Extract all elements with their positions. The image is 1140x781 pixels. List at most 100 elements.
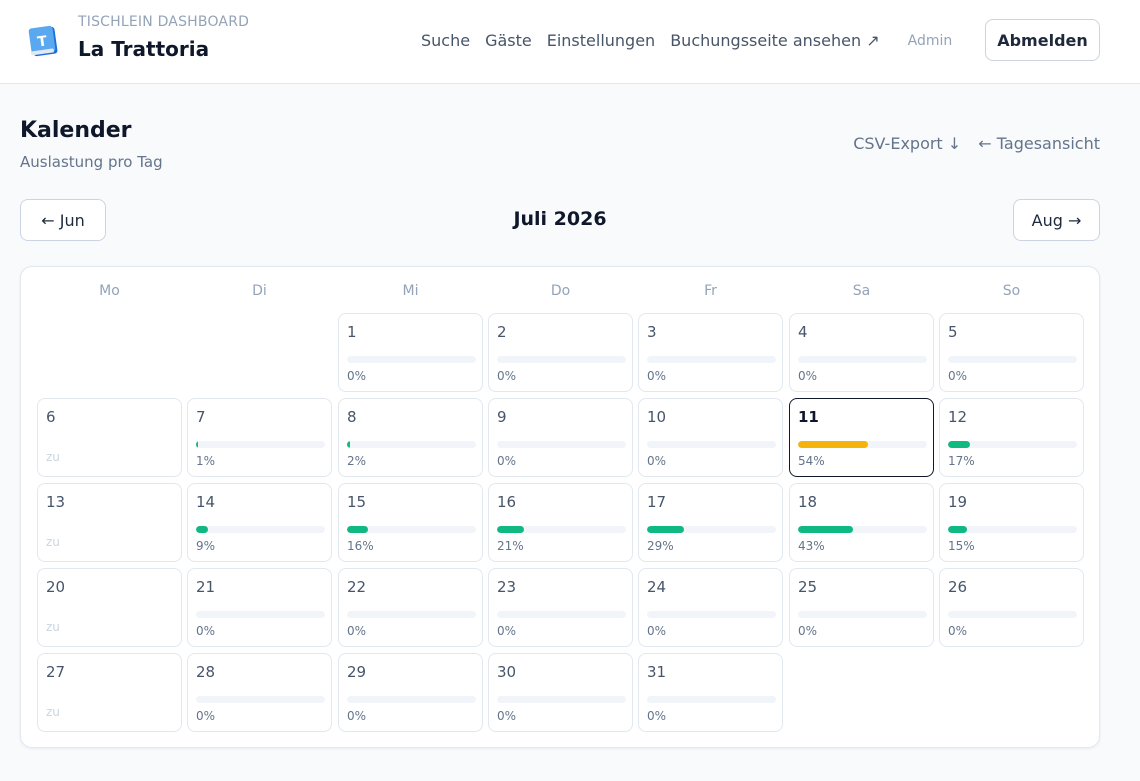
- occupancy-bar: [798, 441, 927, 448]
- occupancy-percent: 9%: [196, 539, 216, 553]
- occupancy-bar: [798, 356, 927, 363]
- weekday-label: Di: [252, 283, 267, 299]
- occupancy-percent: 0%: [647, 369, 667, 383]
- occupancy-bar: [948, 356, 1077, 363]
- weekday-label: Mo: [99, 283, 120, 299]
- occupancy-bar: [647, 526, 776, 533]
- occupancy-percent: 0%: [798, 369, 818, 383]
- occupancy-bar: [647, 611, 776, 618]
- calendar-grid: 1 0% 2 0% 3 0% 4 0% 5 0% 6 zu 7 1% 8 2% 9 0% 10 0% 11 54% 12 17…: [37, 313, 1084, 733]
- occupancy-percent: 0%: [347, 369, 367, 383]
- occupancy-percent: 21%: [497, 539, 524, 553]
- day-number: 18: [798, 493, 818, 511]
- calendar-day-cell[interactable]: 29 0%: [338, 653, 483, 732]
- day-number: 28: [196, 663, 216, 681]
- day-number: 5: [948, 323, 958, 341]
- occupancy-bar: [497, 696, 626, 703]
- day-number: 27: [46, 663, 66, 681]
- calendar-day-cell[interactable]: 28 0%: [187, 653, 332, 732]
- calendar-day-cell[interactable]: 4 0%: [789, 313, 934, 392]
- day-number: 19: [948, 493, 968, 511]
- day-number: 30: [497, 663, 517, 681]
- occupancy-bar: [497, 526, 626, 533]
- occupancy-bar-fill: [497, 526, 525, 533]
- calendar-day-cell[interactable]: 7 1%: [187, 398, 332, 477]
- calendar-day-cell[interactable]: 31 0%: [638, 653, 783, 732]
- day-number: 23: [497, 578, 517, 596]
- day-number: 26: [948, 578, 968, 596]
- day-number: 20: [46, 578, 66, 596]
- calendar-day-cell[interactable]: 20 zu: [37, 568, 182, 647]
- calendar-card: Mo Di Mi Do Fr Sa So 1 0% 2 0% 3 0% 4 0% 5 0% 6 zu 7 1% 8 2% 9…: [20, 266, 1100, 748]
- calendar-day-cell[interactable]: 12 17%: [939, 398, 1084, 477]
- nav-link-settings[interactable]: Einstellungen: [547, 31, 655, 50]
- calendar-day-cell[interactable]: 21 0%: [187, 568, 332, 647]
- occupancy-percent: 0%: [798, 624, 818, 638]
- occupancy-bar: [196, 696, 325, 703]
- day-number: 17: [647, 493, 667, 511]
- occupancy-percent: 1%: [196, 454, 216, 468]
- occupancy-bar: [497, 356, 626, 363]
- logout-button[interactable]: Abmelden: [985, 19, 1100, 61]
- calendar-day-cell[interactable]: 27 zu: [37, 653, 182, 732]
- nav-link-guests[interactable]: Gäste: [485, 31, 532, 50]
- occupancy-bar: [347, 356, 476, 363]
- day-number: 10: [647, 408, 667, 426]
- closed-label: zu: [46, 620, 60, 634]
- calendar-day-cell[interactable]: 16 21%: [488, 483, 633, 562]
- day-number: 3: [647, 323, 657, 341]
- calendar-day-cell[interactable]: 5 0%: [939, 313, 1084, 392]
- calendar-day-cell[interactable]: 22 0%: [338, 568, 483, 647]
- occupancy-percent: 0%: [948, 369, 968, 383]
- day-number: 11: [798, 408, 819, 426]
- occupancy-percent: 0%: [647, 624, 667, 638]
- occupancy-percent: 15%: [948, 539, 975, 553]
- book-logo-icon: T: [28, 25, 58, 57]
- occupancy-percent: 17%: [948, 454, 975, 468]
- day-number: 2: [497, 323, 507, 341]
- occupancy-bar: [347, 441, 476, 448]
- calendar-day-cell[interactable]: 23 0%: [488, 568, 633, 647]
- calendar-day-cell[interactable]: 13 zu: [37, 483, 182, 562]
- next-month-button[interactable]: Aug →: [1013, 199, 1100, 241]
- occupancy-percent: 43%: [798, 539, 825, 553]
- page-actions: CSV-Export ↓ ← Tagesansicht: [853, 134, 1100, 153]
- calendar-day-cell[interactable]: 17 29%: [638, 483, 783, 562]
- calendar-day-cell[interactable]: 6 zu: [37, 398, 182, 477]
- day-number: 16: [497, 493, 517, 511]
- calendar-day-cell[interactable]: 8 2%: [338, 398, 483, 477]
- nav-link-search[interactable]: Suche: [421, 31, 470, 50]
- calendar-day-cell[interactable]: 1 0%: [338, 313, 483, 392]
- occupancy-bar-fill: [798, 526, 854, 533]
- calendar-day-cell[interactable]: 14 9%: [187, 483, 332, 562]
- weekday-label: Mi: [402, 283, 419, 299]
- page-title: Kalender: [20, 118, 132, 143]
- day-number: 13: [46, 493, 66, 511]
- csv-export-link[interactable]: CSV-Export ↓: [853, 134, 961, 153]
- occupancy-percent: 0%: [497, 454, 517, 468]
- day-number: 31: [647, 663, 667, 681]
- closed-label: zu: [46, 705, 60, 719]
- nav-link-booking-page[interactable]: Buchungsseite ansehen ↗: [670, 31, 879, 50]
- occupancy-bar: [196, 441, 325, 448]
- calendar-day-cell[interactable]: 19 15%: [939, 483, 1084, 562]
- occupancy-bar: [647, 441, 776, 448]
- calendar-day-cell[interactable]: 10 0%: [638, 398, 783, 477]
- calendar-day-cell[interactable]: 30 0%: [488, 653, 633, 732]
- calendar-day-cell[interactable]: 26 0%: [939, 568, 1084, 647]
- occupancy-bar-fill: [347, 441, 350, 448]
- calendar-day-cell[interactable]: 9 0%: [488, 398, 633, 477]
- calendar-day-cell[interactable]: 3 0%: [638, 313, 783, 392]
- occupancy-bar-fill: [798, 441, 868, 448]
- occupancy-percent: 0%: [347, 624, 367, 638]
- previous-month-button[interactable]: ← Jun: [20, 199, 106, 241]
- calendar-day-cell[interactable]: 25 0%: [789, 568, 934, 647]
- calendar-day-cell[interactable]: 24 0%: [638, 568, 783, 647]
- calendar-day-cell[interactable]: 18 43%: [789, 483, 934, 562]
- occupancy-bar-fill: [196, 526, 208, 533]
- occupancy-bar: [798, 526, 927, 533]
- calendar-day-cell[interactable]: 2 0%: [488, 313, 633, 392]
- calendar-day-cell[interactable]: 15 16%: [338, 483, 483, 562]
- day-view-link[interactable]: ← Tagesansicht: [978, 134, 1100, 153]
- calendar-day-cell[interactable]: 11 54%: [789, 398, 934, 477]
